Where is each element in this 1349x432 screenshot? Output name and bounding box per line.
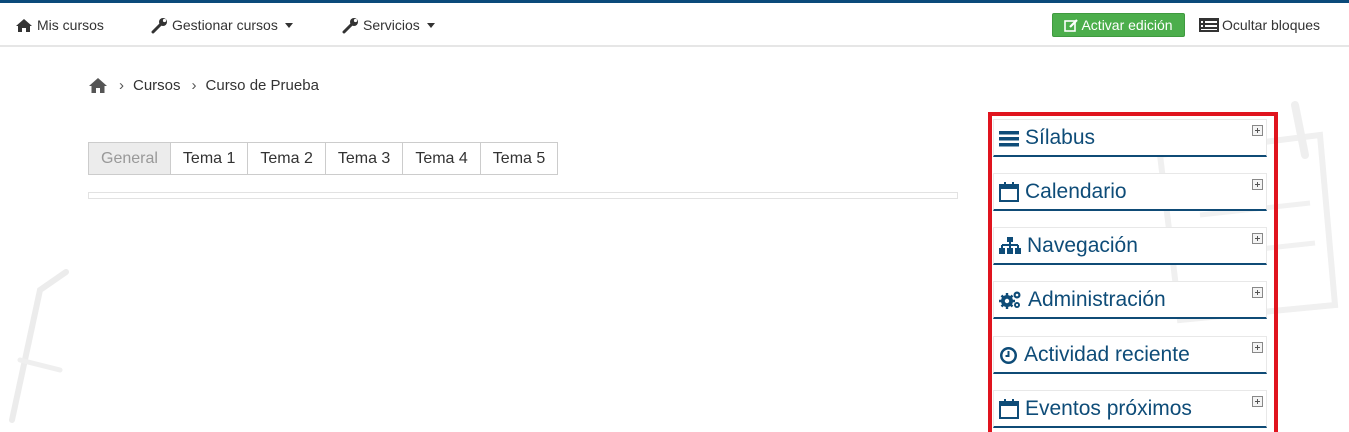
edit-mode-button[interactable]: Activar edición	[1052, 13, 1185, 37]
calendar-icon	[999, 182, 1019, 202]
home-icon	[16, 18, 32, 32]
tab-tema-1[interactable]: Tema 1	[169, 142, 249, 175]
breadcrumb-separator-icon: ›	[191, 76, 197, 94]
expand-toggle-icon[interactable]	[1252, 396, 1263, 407]
clock-icon	[1000, 346, 1017, 364]
breadcrumb-item-current-course[interactable]: Curso de Prueba	[206, 77, 319, 94]
block-title: Calendario	[1025, 180, 1127, 203]
tab-tema-4[interactable]: Tema 4	[402, 142, 481, 175]
block-administracion: Administración	[993, 281, 1267, 319]
expand-toggle-icon[interactable]	[1252, 179, 1263, 190]
block-title: Navegación	[1027, 234, 1138, 257]
block-title: Actividad reciente	[1024, 343, 1190, 366]
nav-my-courses-label: Mis cursos	[37, 17, 104, 33]
edit-icon	[1064, 18, 1079, 32]
block-silabus: Sílabus	[993, 119, 1267, 157]
block-navegacion-header[interactable]: Navegación	[999, 234, 1138, 258]
list-icon	[999, 130, 1019, 146]
block-title: Administración	[1028, 288, 1166, 311]
calendar-icon	[999, 399, 1019, 419]
wrench-icon	[342, 17, 358, 33]
section-tabs: General Tema 1 Tema 2 Tema 3 Tema 4 Tema…	[88, 142, 559, 175]
sitemap-icon	[999, 237, 1021, 254]
breadcrumb-item-courses[interactable]: Cursos	[133, 77, 181, 94]
hide-blocks-icon	[1199, 18, 1219, 32]
nav-my-courses[interactable]: Mis cursos	[15, 3, 104, 47]
tab-tema-5[interactable]: Tema 5	[479, 142, 559, 175]
tab-tema-2[interactable]: Tema 2	[247, 142, 326, 175]
block-navegacion: Navegación	[993, 227, 1267, 265]
block-actividad-reciente-header[interactable]: Actividad reciente	[999, 343, 1190, 367]
expand-toggle-icon[interactable]	[1252, 233, 1263, 244]
background-watermark	[9, 269, 69, 423]
block-silabus-header[interactable]: Sílabus	[999, 126, 1095, 150]
highlight-box	[988, 112, 1278, 432]
block-calendario-header[interactable]: Calendario	[999, 180, 1127, 204]
tab-general[interactable]: General	[88, 142, 171, 175]
nav-services[interactable]: Servicios	[342, 3, 435, 47]
top-navbar: Mis cursos Gestionar cursos Servicios Ac…	[0, 3, 1349, 47]
hide-blocks-label: Ocultar bloques	[1222, 17, 1321, 33]
tab-tema-3[interactable]: Tema 3	[324, 142, 404, 175]
block-title: Sílabus	[1025, 126, 1096, 149]
edit-mode-label: Activar edición	[1081, 17, 1173, 33]
block-eventos-proximos: Eventos próximos	[993, 390, 1267, 428]
gears-icon	[999, 291, 1021, 309]
block-eventos-proximos-header[interactable]: Eventos próximos	[999, 397, 1192, 421]
nav-manage-courses-label: Gestionar cursos	[172, 17, 278, 33]
home-icon[interactable]	[88, 77, 108, 94]
expand-toggle-icon[interactable]	[1252, 342, 1263, 353]
block-actividad-reciente: Actividad reciente	[993, 336, 1267, 374]
block-administracion-header[interactable]: Administración	[999, 288, 1166, 312]
nav-manage-courses[interactable]: Gestionar cursos	[151, 3, 293, 47]
section-content-panel	[88, 192, 958, 199]
caret-down-icon	[426, 22, 435, 28]
expand-toggle-icon[interactable]	[1252, 125, 1263, 136]
wrench-icon	[151, 17, 167, 33]
hide-blocks-button[interactable]: Ocultar bloques	[1199, 3, 1320, 47]
nav-services-label: Servicios	[363, 17, 420, 33]
caret-down-icon	[284, 22, 293, 28]
breadcrumb-separator-icon: ›	[119, 76, 124, 94]
block-title: Eventos próximos	[1025, 397, 1192, 420]
breadcrumb: › Cursos › Curso de Prueba	[88, 74, 319, 96]
block-calendario: Calendario	[993, 173, 1267, 211]
expand-toggle-icon[interactable]	[1252, 287, 1263, 298]
